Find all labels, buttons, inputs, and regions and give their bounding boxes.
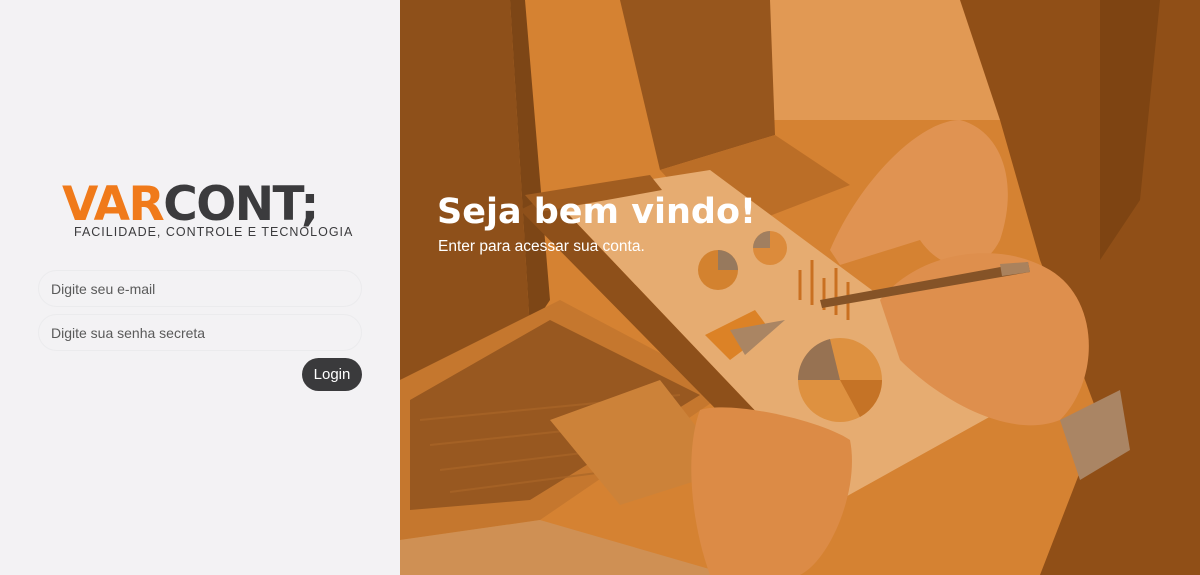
welcome-subtitle: Enter para acessar sua conta. (438, 238, 645, 255)
hero-banner: Seja bem vindo! Enter para acessar sua c… (400, 0, 1200, 575)
hero-orange-overlay (400, 0, 1200, 575)
logo-cont-text: CONT; (163, 177, 319, 232)
email-input[interactable] (38, 270, 362, 307)
login-panel: VARCONT; FACILIDADE, CONTROLE E TECNOLOG… (0, 0, 400, 575)
varcont-logo: VARCONT; FACILIDADE, CONTROLE E TECNOLOG… (62, 180, 352, 240)
logo-var-text: VAR (62, 177, 165, 232)
logo-tagline: FACILIDADE, CONTROLE E TECNOLOGIA (74, 225, 354, 239)
password-input[interactable] (38, 314, 362, 351)
login-button[interactable]: Login (302, 358, 362, 391)
logo-wordmark: VARCONT; (62, 180, 342, 230)
welcome-title: Seja bem vindo! (437, 192, 756, 232)
